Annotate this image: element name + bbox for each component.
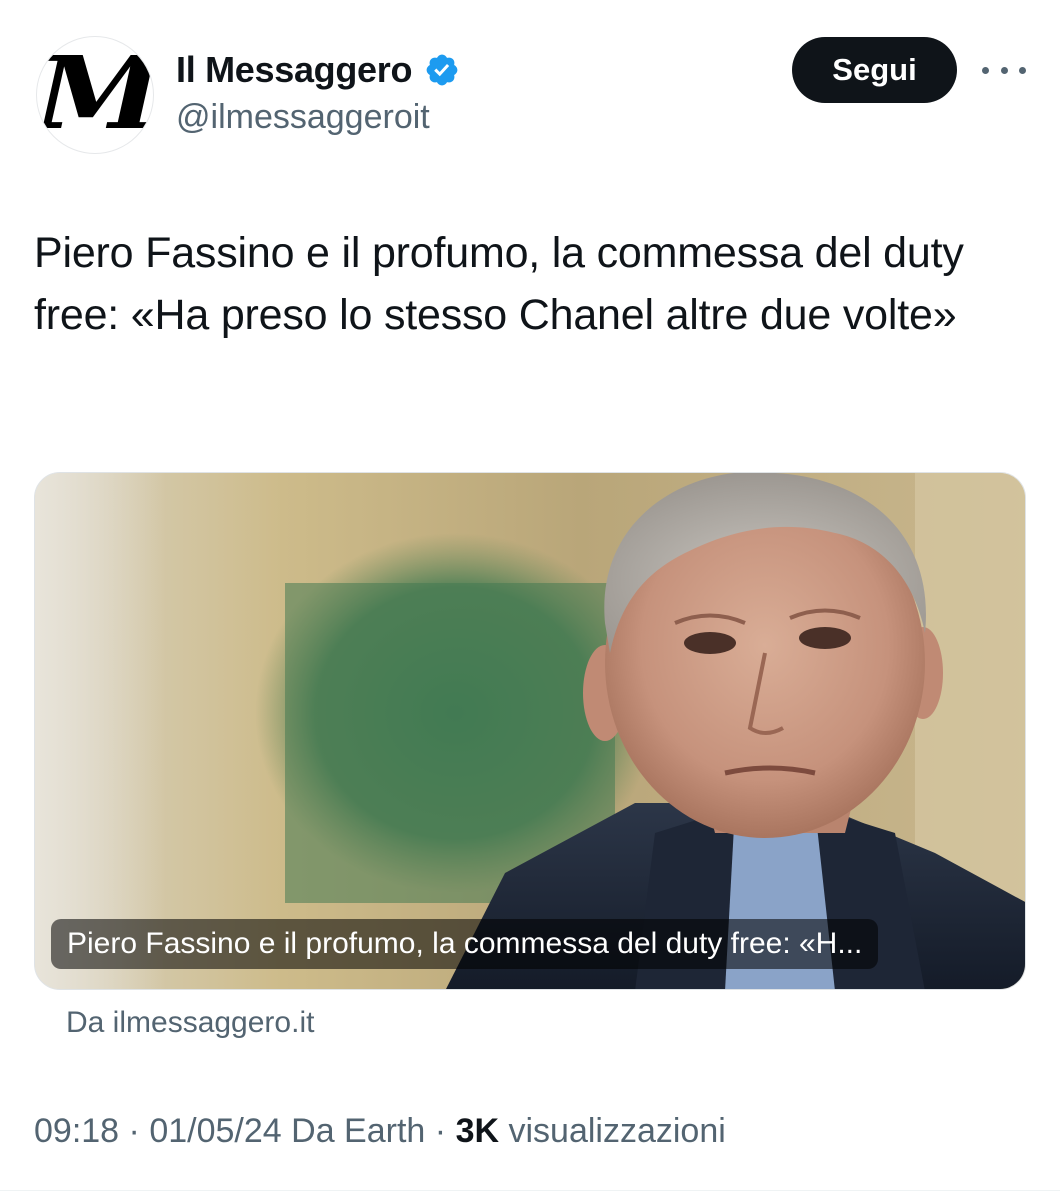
tweet-date[interactable]: 01/05/24	[149, 1112, 281, 1150]
tweet-text: Piero Fassino e il profumo, la commessa …	[34, 229, 964, 339]
card-photo	[35, 473, 1025, 989]
avatar[interactable]: M	[36, 36, 154, 154]
tweet-client: Da Earth	[291, 1112, 426, 1150]
display-name[interactable]: Il Messaggero	[176, 49, 412, 91]
avatar-logo: M	[36, 36, 154, 152]
views-count[interactable]: 3K	[456, 1112, 499, 1150]
card-source-link[interactable]: Da ilmessaggero.it	[66, 1006, 314, 1040]
author-name-row[interactable]: Il Messaggero	[176, 48, 460, 92]
tweet-detail: M Il Messaggero @ilmessaggeroit Segui Pi…	[0, 0, 1060, 1200]
more-horizontal-icon	[1000, 66, 1008, 74]
handle[interactable]: @ilmessaggeroit	[176, 98, 430, 137]
verified-badge-icon[interactable]	[424, 52, 460, 88]
link-card[interactable]: Piero Fassino e il profumo, la commessa …	[34, 472, 1026, 990]
meta-separator: ·	[434, 1112, 447, 1150]
views-label[interactable]: visualizzazioni	[508, 1112, 725, 1150]
more-horizontal-icon	[982, 66, 989, 74]
follow-button[interactable]: Segui	[792, 37, 957, 103]
more-horizontal-icon	[1019, 66, 1026, 74]
tweet-time[interactable]: 09:18	[34, 1112, 119, 1150]
divider	[0, 1190, 1060, 1191]
card-title-overlay: Piero Fassino e il profumo, la commessa …	[51, 919, 879, 969]
tweet-meta: 09:18 · 01/05/24 Da Earth · 3K visualizz…	[34, 1112, 726, 1151]
more-options-button[interactable]	[982, 54, 1026, 86]
meta-separator: ·	[128, 1112, 140, 1150]
